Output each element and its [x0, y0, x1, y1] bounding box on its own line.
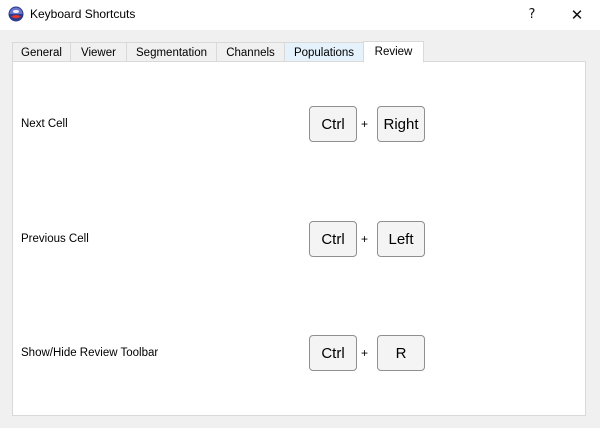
plus-separator: + — [361, 117, 369, 131]
plus-separator: + — [361, 346, 369, 360]
tab-channels[interactable]: Channels — [216, 42, 284, 63]
review-tab-panel: Next Cell Ctrl + Right Previous Cell Ctr… — [12, 61, 586, 416]
shortcut-row-next-cell: Next Cell Ctrl + Right — [13, 106, 585, 142]
close-button[interactable]: ✕ — [555, 0, 599, 29]
key-right[interactable]: Right — [377, 106, 425, 142]
shortcut-row-toggle-review-toolbar: Show/Hide Review Toolbar Ctrl + R — [13, 335, 585, 371]
key-ctrl[interactable]: Ctrl — [309, 106, 357, 142]
window-title: Keyboard Shortcuts — [30, 7, 136, 21]
title-bar: Keyboard Shortcuts ? ✕ — [0, 0, 600, 31]
shortcut-label: Show/Hide Review Toolbar — [21, 347, 159, 359]
app-logo-icon — [8, 6, 24, 22]
key-ctrl[interactable]: Ctrl — [309, 221, 357, 257]
shortcut-label: Next Cell — [21, 118, 68, 130]
help-button[interactable]: ? — [510, 0, 554, 29]
shortcut-label: Previous Cell — [21, 233, 89, 245]
tab-general[interactable]: General — [12, 42, 70, 63]
shortcut-row-previous-cell: Previous Cell Ctrl + Left — [13, 221, 585, 257]
tab-bar: General Viewer Segmentation Channels Pop… — [12, 41, 424, 63]
key-r[interactable]: R — [377, 335, 425, 371]
key-left[interactable]: Left — [377, 221, 425, 257]
plus-separator: + — [361, 232, 369, 246]
tab-segmentation[interactable]: Segmentation — [126, 42, 216, 63]
tab-review[interactable]: Review — [363, 41, 424, 63]
tab-viewer[interactable]: Viewer — [70, 42, 126, 63]
key-ctrl[interactable]: Ctrl — [309, 335, 357, 371]
keyboard-shortcuts-dialog: Keyboard Shortcuts ? ✕ General Viewer Se… — [0, 0, 600, 428]
tab-populations[interactable]: Populations — [284, 42, 363, 63]
